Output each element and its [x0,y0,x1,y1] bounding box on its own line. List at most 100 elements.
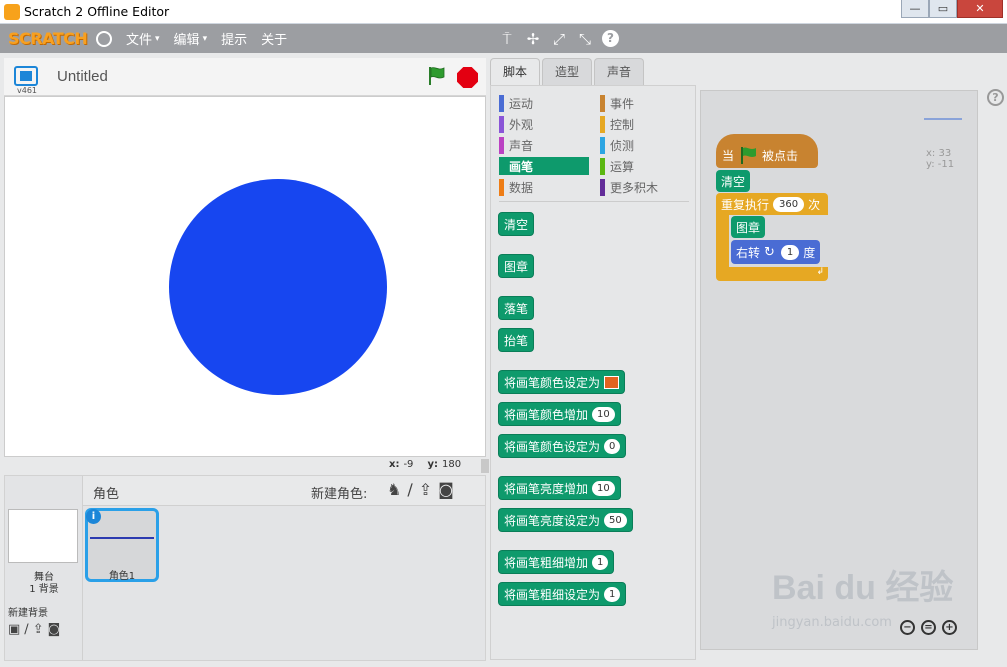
scratch-logo[interactable]: SCRATCH [8,29,88,48]
category-events[interactable]: 事件 [600,94,690,112]
number-slot[interactable]: 0 [604,438,621,454]
number-slot[interactable]: 1 [604,586,621,602]
menu-about[interactable]: 关于 [261,29,287,48]
menu-edit[interactable]: 编辑 ▾ [174,29,208,48]
block-change-pen-color[interactable]: 将画笔颜色增加 10 [498,402,621,426]
block-label: 次 [808,197,821,212]
tab-sounds[interactable]: 声音 [594,58,645,85]
sprite-thumbnail[interactable]: i 角色1 [85,508,159,582]
upload-icon[interactable]: ⇪ [419,480,432,499]
stage-thumbnail[interactable] [8,509,78,563]
menu-file[interactable]: 文件 ▾ [126,29,160,48]
upload-icon[interactable]: ⇪ [33,622,44,637]
chevron-down-icon: ▾ [202,33,208,44]
sprite-pane: 舞台 1 背景 新建背景 ▣ ∕ ⇪ ◙ 角色 新建角色: ♞ ∕ ⇪ ◙ i … [4,475,486,661]
stamp-block[interactable]: 图章 [731,216,766,238]
block-label: 图章 [504,259,529,274]
category-operators[interactable]: 运算 [600,157,690,175]
block-change-pen-shade[interactable]: 将画笔亮度增加 10 [498,476,621,500]
category-label: 声音 [509,138,534,153]
stop-icon[interactable] [457,67,478,88]
close-button[interactable]: ✕ [957,0,1003,18]
sprite-list: i 角色1 [83,506,485,660]
category-looks[interactable]: 外观 [499,115,589,133]
category-color-swatch [600,94,605,112]
stage-canvas[interactable] [4,96,486,457]
repeat-count-slot[interactable]: 360 [773,196,805,212]
window-title: Scratch 2 Offline Editor [24,4,170,19]
block-clear[interactable]: 清空 [498,212,535,236]
stage-header: v461 Untitled [4,58,486,96]
block-set-pen-color-to-color[interactable]: 将画笔颜色设定为 [498,370,626,394]
category-color-swatch [499,115,504,133]
block-label: 将画笔颜色设定为 [504,375,601,390]
project-title[interactable]: Untitled [57,68,108,85]
info-icon[interactable]: i [86,509,101,524]
block-change-pen-size[interactable]: 将画笔粗细增加 1 [498,550,615,574]
camera-icon[interactable]: ◙ [48,622,61,637]
new-sprite-label: 新建角色: [311,487,368,502]
menu-tips[interactable]: 提示 [221,29,247,48]
category-sound[interactable]: 声音 [499,136,589,154]
duplicate-icon[interactable]: ⍑ [494,30,520,48]
block-pen-up[interactable]: 抬笔 [498,328,535,352]
category-sensing[interactable]: 侦测 [600,136,690,154]
category-data[interactable]: 数据 [499,178,589,196]
grow-icon[interactable]: ⤢ [546,30,572,48]
when-flag-clicked-block[interactable]: 当 被点击 [716,134,818,168]
block-label: 抬笔 [504,333,529,348]
block-pen-down[interactable]: 落笔 [498,296,535,320]
turn-degrees-slot[interactable]: 1 [780,244,800,260]
color-picker-slot[interactable] [604,375,620,389]
loop-arrow-icon: ↲ [816,267,824,277]
help-icon[interactable]: ? [987,89,1004,106]
block-label: 将画笔亮度设定为 [504,513,601,528]
category-motion[interactable]: 运动 [499,94,589,112]
block-label: 被点击 [762,148,799,163]
toolbar-icons: ⍑ ✢ ⤢ ⤡ ? [494,24,619,53]
language-globe-icon[interactable] [96,30,112,47]
minimize-button[interactable]: — [901,0,929,18]
repeat-arm [716,215,729,269]
collapse-stage-handle[interactable] [481,459,489,473]
block-set-pen-size[interactable]: 将画笔粗细设定为 1 [498,582,627,606]
block-set-pen-shade[interactable]: 将画笔亮度设定为 50 [498,508,633,532]
sprite-library-icon[interactable]: ♞ [387,480,401,499]
maximize-button[interactable]: ▭ [929,0,957,18]
category-more-blocks[interactable]: 更多积木 [600,178,690,196]
category-pen[interactable]: 画笔 [499,157,589,175]
cut-icon[interactable]: ✢ [520,30,546,48]
new-backdrop-label: 新建背景 [8,608,48,619]
block-palette: 运动 事件 外观 控制 声音 侦测 画笔 运算 数据 更多积木 清空 图章 落笔… [490,85,696,660]
category-label: 运动 [509,96,534,111]
number-slot[interactable]: 10 [592,480,615,496]
paint-brush-icon[interactable]: ∕ [24,622,28,637]
mouse-x-value: -9 [403,459,414,470]
block-set-pen-color-to-number[interactable]: 将画笔颜色设定为 0 [498,434,627,458]
help-icon[interactable]: ? [602,30,619,47]
green-flag-icon[interactable] [426,66,446,86]
fullscreen-icon[interactable] [14,66,38,86]
paint-brush-icon[interactable]: ∕ [407,480,412,499]
block-stamp[interactable]: 图章 [498,254,535,278]
tab-costumes[interactable]: 造型 [542,58,593,85]
version-label: v461 [17,86,38,95]
category-color-swatch [600,136,605,154]
palette-divider [499,201,689,202]
mouse-y-label: y: [427,459,438,470]
camera-icon[interactable]: ◙ [438,480,454,499]
number-slot[interactable]: 50 [604,512,627,528]
mouse-x-label: x: [389,459,400,470]
category-color-swatch [499,136,504,154]
backdrop-library-icon[interactable]: ▣ [8,622,20,637]
tab-scripts[interactable]: 脚本 [490,58,541,85]
turn-right-block[interactable]: 右转 ↻ 1 度 [731,240,821,264]
menu-file-label: 文件 [126,33,153,48]
clear-block[interactable]: 清空 [716,170,751,192]
category-control[interactable]: 控制 [600,115,690,133]
number-slot[interactable]: 1 [592,554,609,570]
sprite-x: x: 33 [926,148,952,159]
shrink-icon[interactable]: ⤡ [572,30,598,48]
editor-tabs: 脚本 造型 声音 [490,58,646,85]
number-slot[interactable]: 10 [592,406,615,422]
